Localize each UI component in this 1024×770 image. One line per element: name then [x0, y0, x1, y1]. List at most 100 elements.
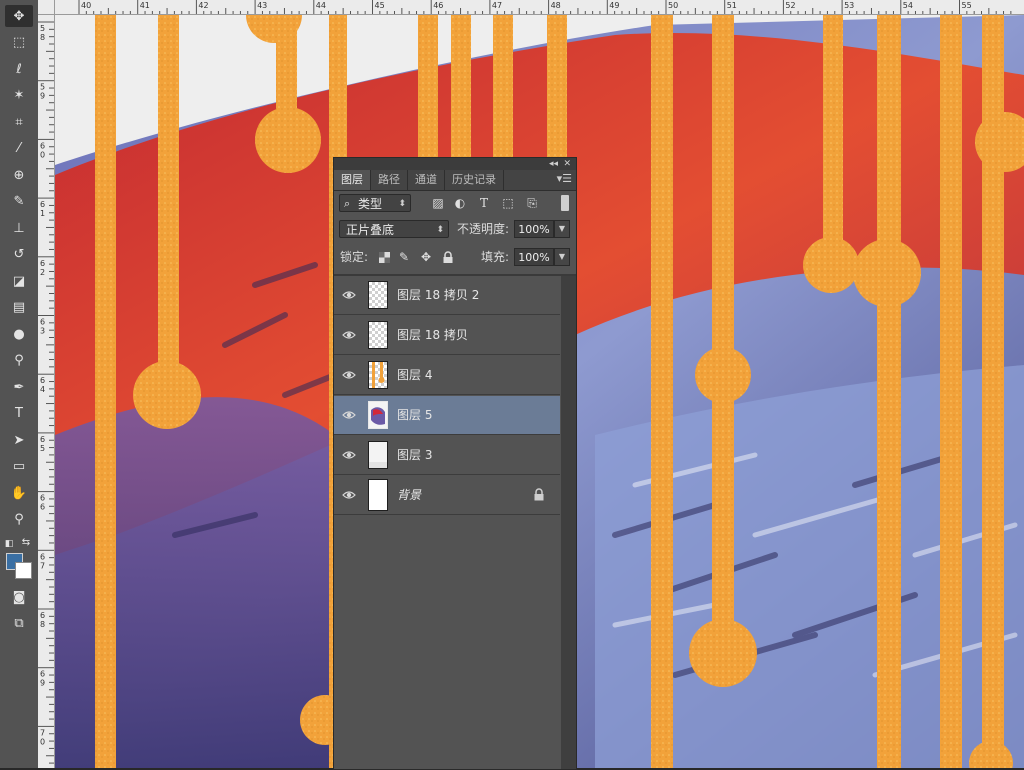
crop-tool-icon[interactable]: ⌗: [5, 111, 33, 133]
eye-icon[interactable]: [342, 368, 356, 382]
dodge-tool-icon[interactable]: ⚲: [5, 350, 33, 372]
layer-row[interactable]: 图层 18 拷贝 2: [334, 276, 560, 315]
lock-position-icon[interactable]: ✥: [418, 249, 434, 265]
ruler-tick-label: 43: [257, 1, 267, 10]
shape-layer-filter-icon[interactable]: ⬚: [500, 195, 516, 211]
layer-row-selected[interactable]: 图层 5: [334, 396, 560, 435]
panel-title-bar[interactable]: ◂◂ ✕: [334, 158, 576, 170]
healing-brush-tool-icon[interactable]: ⊕: [5, 164, 33, 186]
layer-row[interactable]: 背景: [334, 476, 560, 515]
ruler-tick-label: 44: [316, 1, 326, 10]
ruler-tick-label: 54: [903, 1, 913, 10]
brush-tool-icon[interactable]: ✎: [5, 191, 33, 213]
opacity-input[interactable]: 100%: [514, 220, 554, 238]
hand-tool-icon[interactable]: ✋: [5, 482, 33, 504]
blur-tool-icon[interactable]: ●: [5, 323, 33, 345]
lock-image-pixels-icon[interactable]: ✎: [396, 249, 412, 265]
layers-scrollbar[interactable]: [561, 276, 576, 769]
ruler-tick-label: 42: [198, 1, 208, 10]
ruler-tick-label: 8: [40, 620, 45, 629]
quick-mask-icon[interactable]: ◙: [5, 586, 33, 608]
type-layer-filter-icon[interactable]: T: [476, 195, 492, 211]
opacity-label: 不透明度:: [457, 222, 510, 236]
pen-tool-icon[interactable]: ✒: [5, 376, 33, 398]
type-tool-icon[interactable]: T: [5, 403, 33, 425]
eye-icon[interactable]: [342, 488, 356, 502]
lasso-tool-icon[interactable]: ℓ: [5, 58, 33, 80]
chevron-down-icon: ⬍: [436, 225, 444, 235]
tab-history[interactable]: 历史记录: [445, 170, 504, 190]
ruler-tick-label: 53: [844, 1, 854, 10]
blend-mode-select[interactable]: 正片叠底 ⬍: [339, 220, 449, 238]
fill-input[interactable]: 100%: [514, 248, 554, 266]
tab-paths[interactable]: 路径: [371, 170, 408, 190]
eyedropper-tool-icon[interactable]: ⁄: [5, 138, 33, 160]
adjustment-layer-filter-icon[interactable]: ◐: [452, 195, 468, 211]
ruler-tick-label: 7: [40, 561, 45, 570]
screen-mode-icon[interactable]: ⧉: [5, 612, 33, 634]
path-selection-tool-icon[interactable]: ➤: [5, 429, 33, 451]
pixel-layer-filter-icon[interactable]: ▨: [430, 195, 446, 211]
vertical-ruler: 58596061626364656667686970: [38, 14, 55, 768]
ruler-tick-label: 46: [433, 1, 443, 10]
layer-row[interactable]: 图层 18 拷贝: [334, 316, 560, 355]
swap-colors-icon[interactable]: ⇆: [19, 536, 33, 548]
layer-thumbnail: [368, 479, 388, 511]
layers-list: 图层 18 拷贝 2 图层 18 拷贝 图层 4 图层 5 图层 3 背景: [334, 276, 560, 769]
ruler-tick-label: 0: [40, 150, 45, 159]
fill-dropdown-button[interactable]: ▼: [554, 248, 570, 266]
panel-tabs: 图层 路径 通道 历史记录 ▾☰: [334, 170, 576, 191]
magic-wand-tool-icon[interactable]: ✶: [5, 85, 33, 107]
tab-layers[interactable]: 图层: [334, 170, 371, 190]
ruler-tick-label: 6: [40, 670, 45, 679]
lock-transparent-pixels-icon[interactable]: [376, 249, 392, 265]
ruler-tick-label: 41: [140, 1, 150, 10]
close-panel-icon[interactable]: ✕: [563, 158, 571, 170]
ruler-tick-label: 6: [40, 200, 45, 209]
history-brush-tool-icon[interactable]: ↺: [5, 244, 33, 266]
ruler-tick-label: 2: [40, 268, 45, 277]
layer-thumbnail: [368, 321, 388, 349]
lock-row: 锁定: ✎ ✥ 填充: 100% ▼: [334, 246, 576, 270]
gradient-tool-icon[interactable]: ▤: [5, 297, 33, 319]
panel-menu-icon[interactable]: ▾☰: [557, 172, 572, 185]
collapse-panel-icon[interactable]: ◂◂: [549, 158, 558, 170]
ruler-tick-label: 5: [40, 83, 45, 92]
opacity-dropdown-button[interactable]: ▼: [554, 220, 570, 238]
layer-name: 图层 18 拷贝: [397, 328, 468, 342]
ruler-origin[interactable]: [38, 0, 55, 15]
layer-thumbnail: [368, 401, 388, 429]
eye-icon[interactable]: [342, 408, 356, 422]
layer-row[interactable]: 图层 3: [334, 436, 560, 475]
ruler-tick-label: 6: [40, 376, 45, 385]
ruler-tick-label: 48: [551, 1, 561, 10]
tab-channels[interactable]: 通道: [408, 170, 445, 190]
ruler-tick-label: 40: [81, 1, 91, 10]
ruler-tick-label: 55: [962, 1, 972, 10]
eraser-tool-icon[interactable]: ◪: [5, 270, 33, 292]
background-color-swatch[interactable]: [15, 562, 32, 579]
move-tool-icon[interactable]: ✥: [5, 5, 33, 27]
layer-row[interactable]: 图层 4: [334, 356, 560, 395]
rectangle-tool-icon[interactable]: ▭: [5, 456, 33, 478]
ruler-tick-label: 47: [492, 1, 502, 10]
eye-icon[interactable]: [342, 448, 356, 462]
clone-stamp-tool-icon[interactable]: ⊥: [5, 217, 33, 239]
ruler-tick-label: 49: [609, 1, 619, 10]
layer-thumbnail: [368, 361, 388, 389]
ruler-tick-label: 45: [375, 1, 385, 10]
default-colors-icon[interactable]: ◧: [2, 538, 16, 550]
zoom-tool-icon[interactable]: ⚲: [5, 509, 33, 531]
ruler-tick-label: 8: [40, 33, 45, 42]
eye-icon[interactable]: [342, 288, 356, 302]
smart-object-filter-icon[interactable]: ⎘: [524, 195, 540, 211]
lock-all-icon[interactable]: [440, 249, 456, 265]
filter-kind-select[interactable]: ⌕ 类型 ⬍: [339, 194, 411, 212]
eye-icon[interactable]: [342, 328, 356, 342]
layer-name: 图层 4: [397, 368, 433, 382]
ruler-tick-label: 51: [727, 1, 737, 10]
ruler-tick-label: 6: [40, 494, 45, 503]
layer-thumbnail: [368, 441, 388, 469]
filter-toggle[interactable]: [561, 195, 569, 211]
marquee-tool-icon[interactable]: ⬚: [5, 32, 33, 54]
